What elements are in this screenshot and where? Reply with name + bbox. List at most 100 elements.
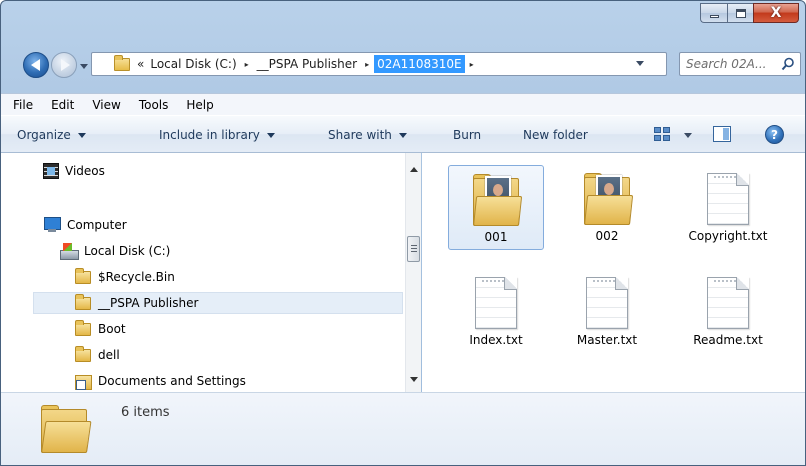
menu-tools[interactable]: Tools bbox=[130, 98, 178, 112]
tree-item-label: Boot bbox=[98, 322, 126, 336]
search-icon[interactable] bbox=[779, 57, 797, 71]
file-name: Copyright.txt bbox=[688, 229, 768, 243]
menu-help[interactable]: Help bbox=[177, 98, 222, 112]
organize-label: Organize bbox=[17, 128, 71, 142]
change-view-icon[interactable] bbox=[654, 127, 670, 141]
folder-icon bbox=[75, 293, 91, 310]
tree-item-boot[interactable]: Boot bbox=[75, 318, 126, 340]
shortcut-folder-icon bbox=[75, 373, 92, 390]
breadcrumb-separator-icon[interactable]: ▸ bbox=[465, 60, 479, 69]
navigation-pane: Videos Computer Local Disk (C:) $Recycle… bbox=[1, 153, 421, 392]
magnifier-icon bbox=[781, 57, 794, 71]
file-list: 001 002 Copyright.txt Index.txt Master.t… bbox=[422, 153, 805, 392]
text-file-icon bbox=[586, 277, 628, 329]
tree-item-videos[interactable]: Videos bbox=[43, 160, 105, 182]
item-count: 6 items bbox=[121, 405, 170, 420]
share-with-button[interactable]: Share with bbox=[328, 128, 407, 142]
breadcrumb-local-disk[interactable]: Local Disk (C:) bbox=[147, 57, 239, 71]
search-input[interactable]: Search 02A... bbox=[680, 57, 779, 71]
new-folder-label: New folder bbox=[523, 128, 588, 142]
tree-item-local-disk[interactable]: Local Disk (C:) bbox=[60, 240, 170, 262]
new-folder-button[interactable]: New folder bbox=[523, 128, 588, 142]
text-file-icon bbox=[707, 277, 749, 329]
folder-icon bbox=[75, 267, 91, 284]
breadcrumb-current-folder[interactable]: 02A1108310E bbox=[374, 55, 465, 73]
folder-icon bbox=[41, 405, 92, 453]
file-name: 001 bbox=[484, 230, 508, 244]
search-box[interactable]: Search 02A... bbox=[679, 52, 801, 76]
scroll-down-icon[interactable] bbox=[410, 377, 418, 382]
text-file-icon bbox=[475, 277, 517, 329]
chevron-down-icon bbox=[684, 133, 692, 138]
breadcrumb-separator-icon[interactable]: ▸ bbox=[360, 60, 374, 69]
file-item-002[interactable]: 002 bbox=[559, 165, 655, 248]
navigation-scrollbar[interactable] bbox=[405, 153, 421, 392]
chevron-down-icon bbox=[266, 132, 275, 138]
recent-pages-button[interactable] bbox=[79, 61, 89, 71]
organize-button[interactable]: Organize bbox=[17, 128, 86, 142]
menu-bar: File Edit View Tools Help bbox=[1, 93, 805, 115]
caption-buttons: X bbox=[700, 3, 799, 23]
tree-item-dell[interactable]: dell bbox=[75, 344, 120, 366]
breadcrumb-overflow[interactable]: « bbox=[134, 57, 147, 71]
back-button[interactable] bbox=[23, 52, 49, 78]
videos-icon bbox=[43, 163, 59, 179]
forward-button[interactable] bbox=[51, 52, 77, 78]
file-item-readme-txt[interactable]: Readme.txt bbox=[680, 269, 776, 352]
explorer-window: X « Local Disk (C:) ▸ __PSPA Publisher ▸… bbox=[0, 0, 806, 466]
tree-item-pspa-publisher[interactable]: __PSPA Publisher bbox=[33, 292, 403, 314]
photo-folder-icon bbox=[473, 174, 523, 226]
folder-icon bbox=[114, 54, 130, 71]
maximize-button[interactable] bbox=[727, 3, 753, 23]
tree-item-documents-and-settings[interactable]: Documents and Settings bbox=[75, 370, 246, 392]
close-button[interactable]: X bbox=[753, 3, 799, 23]
burn-label: Burn bbox=[453, 128, 482, 142]
minimize-button[interactable] bbox=[700, 3, 727, 23]
tree-item-label: Local Disk (C:) bbox=[84, 244, 171, 258]
folder-icon bbox=[75, 345, 91, 362]
chevron-down-icon bbox=[636, 61, 644, 66]
include-in-library-label: Include in library bbox=[159, 128, 260, 142]
tree-item-label: Documents and Settings bbox=[98, 374, 246, 388]
scroll-up-icon[interactable] bbox=[410, 167, 418, 172]
file-item-master-txt[interactable]: Master.txt bbox=[559, 269, 655, 352]
include-in-library-button[interactable]: Include in library bbox=[159, 128, 275, 142]
computer-icon bbox=[43, 217, 61, 233]
tree-item-recycle-bin[interactable]: $Recycle.Bin bbox=[75, 266, 175, 288]
breadcrumb-pspa-publisher[interactable]: __PSPA Publisher bbox=[254, 57, 360, 71]
chevron-down-icon bbox=[77, 132, 86, 138]
file-name: 002 bbox=[595, 229, 619, 243]
menu-edit[interactable]: Edit bbox=[42, 98, 83, 112]
burn-button[interactable]: Burn bbox=[453, 128, 481, 142]
address-history-button[interactable] bbox=[636, 61, 644, 66]
file-item-001[interactable]: 001 bbox=[448, 165, 544, 250]
folder-icon bbox=[75, 319, 91, 336]
menu-file[interactable]: File bbox=[4, 98, 42, 112]
tree-item-computer[interactable]: Computer bbox=[43, 214, 127, 236]
tree-item-label: Computer bbox=[67, 218, 127, 232]
preview-pane-icon[interactable] bbox=[713, 126, 731, 142]
file-name: Master.txt bbox=[576, 333, 638, 347]
scrollbar-thumb[interactable] bbox=[407, 236, 420, 262]
tree-item-label: $Recycle.Bin bbox=[98, 270, 175, 284]
minimize-icon bbox=[709, 15, 719, 18]
address-bar[interactable]: « Local Disk (C:) ▸ __PSPA Publisher ▸ 0… bbox=[91, 52, 667, 76]
menu-view[interactable]: View bbox=[83, 98, 129, 112]
help-icon[interactable]: ? bbox=[765, 125, 784, 144]
tree-item-label: dell bbox=[98, 348, 120, 362]
file-item-index-txt[interactable]: Index.txt bbox=[448, 269, 544, 352]
file-item-copyright-txt[interactable]: Copyright.txt bbox=[680, 165, 776, 248]
file-name: Index.txt bbox=[469, 333, 523, 347]
breadcrumb-separator-icon[interactable]: ▸ bbox=[240, 60, 254, 69]
navigation-row: « Local Disk (C:) ▸ __PSPA Publisher ▸ 0… bbox=[1, 45, 805, 81]
text-file-icon bbox=[707, 173, 749, 225]
forward-arrow-icon bbox=[60, 59, 70, 71]
details-pane: 6 items bbox=[1, 392, 805, 465]
chevron-down-icon bbox=[80, 63, 88, 69]
photo-folder-icon bbox=[584, 173, 634, 225]
tree-item-label: Videos bbox=[65, 164, 105, 178]
view-options-button[interactable] bbox=[684, 133, 692, 138]
back-arrow-icon bbox=[30, 59, 40, 71]
command-bar: Organize Include in library Share with B… bbox=[1, 115, 805, 153]
file-name: Readme.txt bbox=[693, 333, 763, 347]
